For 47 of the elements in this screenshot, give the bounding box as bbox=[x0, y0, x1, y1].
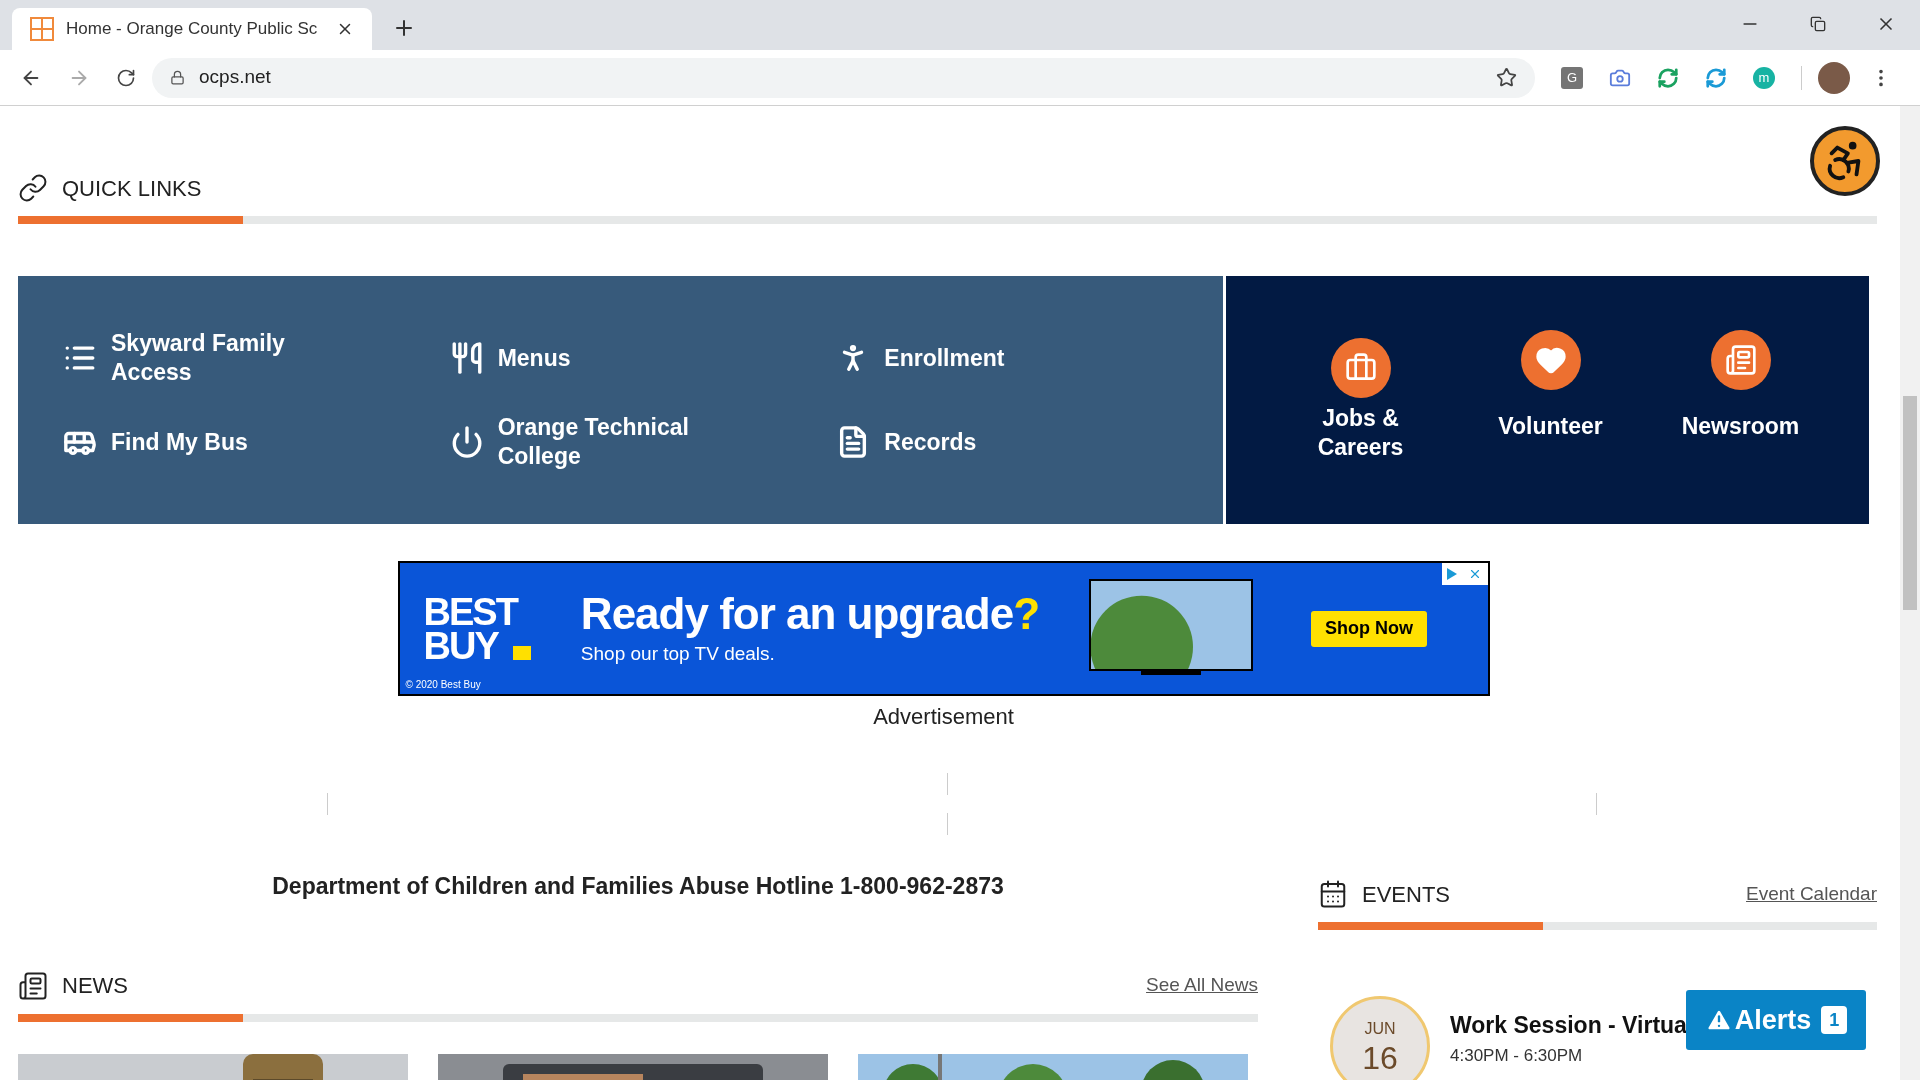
section-title: QUICK LINKS bbox=[62, 174, 202, 203]
quick-link[interactable]: Enrollment bbox=[836, 329, 1223, 387]
newspaper-icon bbox=[18, 970, 48, 1001]
quick-link[interactable]: Records bbox=[836, 413, 1223, 471]
ad-subline: Shop our top TV deals. bbox=[580, 642, 776, 667]
quick-link[interactable]: Menus bbox=[449, 329, 837, 387]
section-title: NEWS bbox=[62, 972, 128, 1000]
tab-title: Home - Orange County Public Sc bbox=[66, 18, 319, 41]
sync-icon[interactable] bbox=[1657, 66, 1679, 89]
quick-link[interactable]: Orange Technical College bbox=[449, 413, 837, 471]
hotline-text: Department of Children and Families Abuse Hotline 1-800-962-2873 bbox=[272, 872, 1004, 901]
ad-choices-icon[interactable] bbox=[1441, 563, 1488, 585]
quick-link[interactable]: Skyward Family Access bbox=[63, 329, 450, 387]
bookmark-icon[interactable] bbox=[1496, 67, 1517, 88]
featured-link[interactable]: Volunteer bbox=[1487, 330, 1614, 470]
newspaper-icon bbox=[1724, 344, 1757, 376]
quick-link[interactable]: Find My Bus bbox=[63, 413, 450, 471]
brand-logo: BEST BUY bbox=[423, 594, 517, 663]
ad-headline: Ready for an upgrade? bbox=[580, 588, 1040, 641]
advertisement-banner[interactable]: BEST BUY Ready for an upgrade? Shop our top TV deals. Shop Now © 2020 Best Buy bbox=[397, 561, 1490, 696]
featured-link[interactable]: Newsroom bbox=[1677, 330, 1804, 470]
browser-tab[interactable]: Home - Orange County Public Sc bbox=[12, 8, 372, 50]
url-text: ocps.net bbox=[199, 65, 272, 90]
event-time: 4:30PM - 6:30PM bbox=[1450, 1044, 1584, 1067]
sync-icon[interactable] bbox=[1705, 66, 1727, 89]
link-icon bbox=[18, 173, 48, 203]
reload-icon[interactable] bbox=[116, 67, 136, 88]
section-link[interactable]: See All News bbox=[1146, 971, 1258, 1000]
tag-icon bbox=[512, 646, 531, 660]
extension-icon[interactable]: G bbox=[1561, 66, 1583, 89]
event-title[interactable]: Work Session - Virtua bbox=[1450, 1008, 1687, 1043]
section-link[interactable]: Event Calendar bbox=[1746, 879, 1877, 909]
ad-copyright: © 2020 Best Buy bbox=[405, 678, 481, 692]
restore-icon[interactable] bbox=[1810, 16, 1826, 32]
lock-icon bbox=[170, 70, 185, 85]
alerts-button[interactable]: Alerts 1 bbox=[1686, 990, 1866, 1050]
address-bar[interactable]: ocps.net bbox=[152, 57, 1535, 98]
favicon-icon bbox=[30, 17, 54, 41]
featured-link[interactable]: Jobs & Careers bbox=[1297, 338, 1424, 462]
event-date-badge: JUN 16 bbox=[1330, 996, 1430, 1080]
calendar-icon bbox=[1318, 879, 1348, 909]
scrollbar[interactable] bbox=[1900, 106, 1920, 1080]
shop-now-button[interactable]: Shop Now bbox=[1311, 610, 1428, 647]
section-title: EVENTS bbox=[1362, 880, 1451, 909]
alerts-count: 1 bbox=[1821, 1006, 1848, 1034]
ad-caption: Advertisement bbox=[873, 703, 1014, 731]
avatar[interactable] bbox=[1818, 61, 1850, 94]
